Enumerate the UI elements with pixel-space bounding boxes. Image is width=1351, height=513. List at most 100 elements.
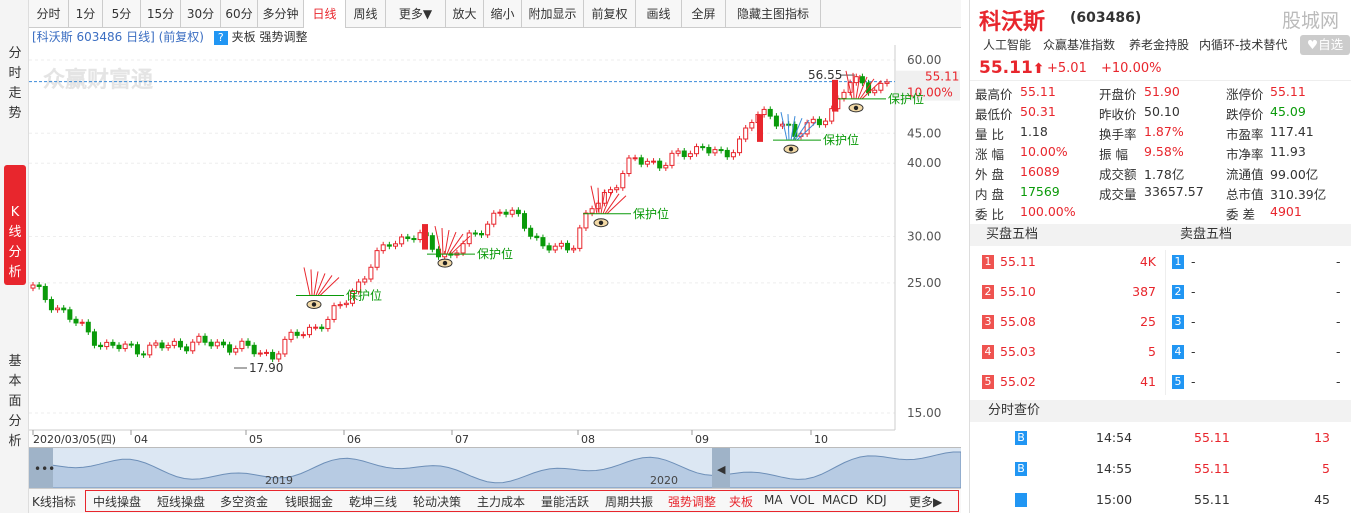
toolbar-item[interactable]: 放大: [446, 0, 484, 28]
candle-body: [687, 153, 693, 158]
last-price-tag: 55.11: [925, 70, 959, 84]
protection-label: 保护位: [346, 287, 382, 302]
toolbar-item[interactable]: 周线: [346, 0, 386, 28]
candle-body: [116, 344, 122, 350]
indicator-item[interactable]: 主力成本: [477, 493, 525, 510]
indicator-item[interactable]: 更多▶: [909, 493, 942, 510]
candle-body: [270, 351, 276, 360]
buy-level-badge: 4: [982, 345, 994, 359]
candle-body: [565, 242, 571, 251]
more-dots-icon: •••: [34, 462, 55, 476]
indicator-item[interactable]: 中线操盘: [93, 493, 141, 510]
indicator-item[interactable]: 量能活跃: [541, 493, 589, 510]
tab-intraday[interactable]: 分时走势: [4, 42, 26, 132]
protection-label: 保护位: [633, 206, 669, 221]
candle-body: [730, 152, 736, 158]
candle-body: [485, 223, 491, 236]
toolbar-item[interactable]: 画线: [636, 0, 682, 28]
stat-value: 4901: [1270, 204, 1302, 219]
candle-body: [313, 326, 319, 329]
indicator-item[interactable]: 轮动决策: [413, 493, 461, 510]
toolbar-item[interactable]: 全屏: [682, 0, 726, 28]
toolbar-item[interactable]: 附加显示: [522, 0, 584, 28]
candle-body: [405, 236, 411, 239]
candle-body: [737, 138, 743, 154]
buy-level-badge: 5: [982, 375, 994, 389]
toolbar-item[interactable]: 多分钟: [258, 0, 304, 28]
concept-tag[interactable]: 众赢基准指数: [1043, 36, 1115, 53]
stat-value: 310.39亿: [1270, 187, 1327, 202]
candle-body: [706, 146, 712, 154]
toolbar-item[interactable]: 1分: [69, 0, 103, 28]
toolbar-item[interactable]: 缩小: [484, 0, 522, 28]
add-watchlist-button[interactable]: ♥自选: [1300, 35, 1350, 55]
indicator-item[interactable]: 短线操盘: [157, 493, 205, 510]
toolbar-item[interactable]: 30分: [181, 0, 221, 28]
concept-tag[interactable]: 养老金持股: [1129, 36, 1189, 53]
toolbar-item[interactable]: 前复权: [584, 0, 636, 28]
range-navigator[interactable]: ••• ◀ 2019 2020: [28, 447, 962, 489]
buy-volume: 25: [1140, 314, 1156, 329]
indicator-item[interactable]: MA: [764, 493, 783, 507]
tick-volume: 13: [1314, 430, 1330, 445]
candle-body: [497, 211, 503, 214]
chart-header: [科沃斯 603486 日线] (前复权) ? 夹板 强势调整: [32, 29, 308, 45]
indicator-item[interactable]: K线指标: [32, 493, 76, 510]
navigator-overview[interactable]: ••• ◀ 2019 2020: [28, 448, 962, 489]
candle-body: [55, 307, 61, 311]
buy-price: 55.11: [1000, 254, 1036, 269]
indicator-item[interactable]: 钱眼掘金: [285, 493, 333, 510]
candle-body: [522, 213, 528, 229]
candle-body: [362, 278, 368, 283]
sell-price: -: [1191, 374, 1196, 389]
candle-body: [98, 344, 104, 348]
stat-label: 总市值: [1226, 187, 1264, 202]
tab-kline[interactable]: K线分析: [4, 165, 26, 285]
indicator-item[interactable]: MACD: [822, 493, 858, 507]
candle-body: [214, 341, 220, 347]
help-toggle-button[interactable]: ?: [213, 31, 228, 45]
toolbar-item[interactable]: 分时: [29, 0, 69, 28]
candle-body: [816, 118, 822, 126]
toolbar-item[interactable]: 5分: [103, 0, 141, 28]
concept-tag[interactable]: 人工智能: [983, 36, 1031, 53]
candle-body: [337, 304, 343, 307]
candle-body: [61, 307, 67, 311]
buy-book-title: 买盘五档: [986, 227, 1039, 242]
toolbar-item[interactable]: 日线: [304, 0, 346, 28]
candle-body: [614, 187, 620, 191]
buy-volume: 41: [1140, 374, 1156, 389]
period-toolbar: 分时 1分 5分 15分 30分 60分 多分钟 日线 周线 更多▼ 放大 缩小 附加显示 前复权 画线 全屏…: [29, 0, 961, 28]
indicator-item[interactable]: 多空资金: [220, 493, 268, 510]
stat-label: 成交额: [1099, 167, 1137, 182]
stat-label: 跌停价: [1226, 107, 1264, 122]
indicator-item[interactable]: 乾坤三线: [349, 493, 397, 510]
concept-tag[interactable]: 内循环-技术替代: [1199, 36, 1287, 53]
toolbar-item[interactable]: 60分: [221, 0, 258, 28]
ticks-header: 分时查价: [970, 400, 1351, 422]
tab-fundamentals[interactable]: 基本面分析: [4, 352, 26, 462]
candle-body: [583, 212, 589, 229]
eye-pupil: [598, 220, 604, 225]
indicator-item[interactable]: 夹板: [729, 493, 753, 510]
candle-body: [767, 108, 773, 117]
stat-label: 成交量: [1099, 187, 1137, 202]
tick-price: 55.11: [1194, 430, 1230, 445]
indicator-item[interactable]: 周期共振: [605, 493, 653, 510]
kline-chart[interactable]: 众赢财富通 60.00 45.00 40.00 30.00 25.00 15.00 55.11…: [29, 45, 961, 447]
buy-volume: 4K: [1139, 254, 1156, 269]
stat-label: 市净率: [1226, 147, 1264, 162]
indicator-item[interactable]: KDJ: [866, 493, 887, 507]
candle-body: [479, 233, 485, 236]
date-label: 06: [347, 433, 361, 446]
stat-label: 换手率: [1099, 127, 1137, 142]
toolbar-item[interactable]: 更多▼: [386, 0, 446, 28]
indicator-item[interactable]: 强势调整: [668, 493, 716, 510]
sell-level-badge: 2: [1172, 285, 1184, 299]
toolbar-item[interactable]: 隐藏主图指标: [726, 0, 821, 28]
toolbar-item[interactable]: 15分: [141, 0, 181, 28]
indicator-item[interactable]: VOL: [790, 493, 814, 507]
candle-body: [552, 245, 558, 251]
candle-body: [571, 247, 577, 251]
candle-body: [626, 157, 632, 175]
